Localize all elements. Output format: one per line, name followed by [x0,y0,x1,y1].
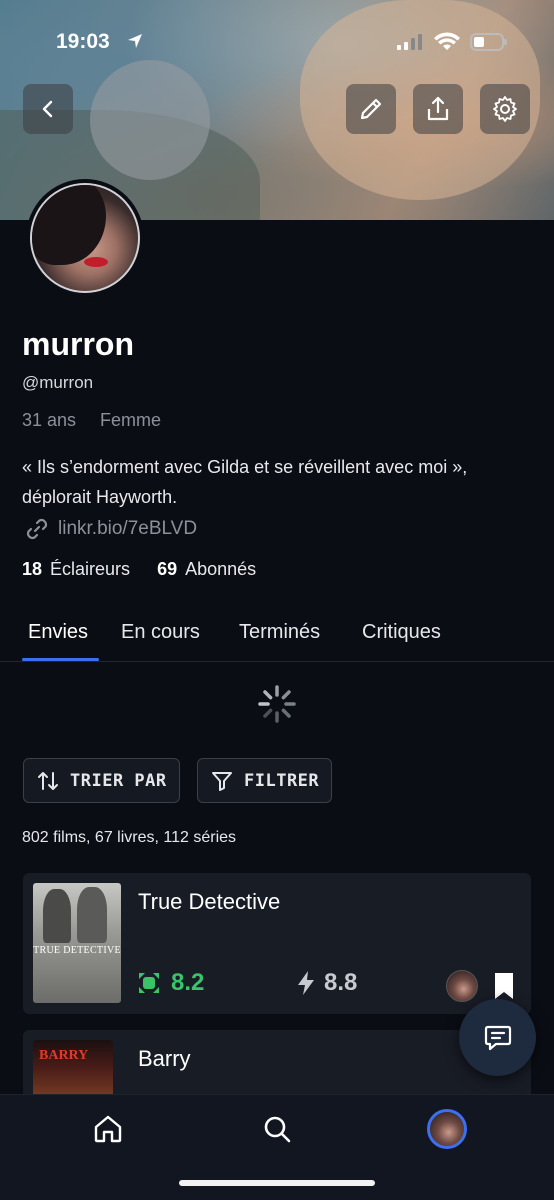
lightning-icon [298,971,314,995]
wifi-icon [434,32,460,50]
item-title: True Detective [138,889,281,914]
filter-label: FILTRER [244,770,320,791]
nav-home[interactable] [88,1109,128,1149]
tab-critiques[interactable]: Critiques [362,621,441,644]
link-icon [26,518,48,540]
profile-gender: Femme [100,410,162,430]
tab-en-cours[interactable]: En cours [121,621,200,644]
sort-arrows-icon [38,771,58,790]
active-tab-indicator [22,658,99,661]
tab-termines[interactable]: Terminés [239,621,320,644]
profile-handle: @murron [22,373,94,392]
collection-counts: 802 films, 67 livres, 112 séries [22,829,237,846]
loading-spinner-icon [258,685,296,723]
item-title: Barry [138,1046,191,1071]
tab-envies[interactable]: Envies [28,621,88,644]
followers-label: Abonnés [185,559,257,579]
profile-tabs: Envies En cours Terminés Critiques [0,618,554,662]
back-button[interactable] [23,84,73,134]
nav-profile[interactable] [427,1109,467,1149]
chevron-left-icon [42,100,53,118]
pencil-icon [360,98,382,120]
profile-follow-stats: 18 Éclaireurs 69 Abonnés [22,559,256,580]
filter-button[interactable]: FILTRER [197,758,333,803]
home-icon [94,1115,122,1143]
gear-icon [493,96,517,122]
share-button[interactable] [413,84,463,134]
scouts-label: Éclaireurs [50,559,131,579]
settings-button[interactable] [480,84,530,134]
status-time: 19:03 [56,30,110,53]
chat-icon [484,1025,511,1050]
profile-avatar[interactable] [26,179,144,297]
community-score: 8.2 [135,969,204,997]
bookmark-icon[interactable] [493,971,515,1001]
funnel-icon [212,771,232,791]
avatar [446,970,478,1002]
location-arrow-icon [128,34,142,48]
share-icon [427,96,449,121]
signal-icon [397,34,422,50]
search-icon [264,1116,291,1143]
profile-bio: « Ils s’endorment avec Gilda et se révei… [22,457,468,507]
chat-button[interactable] [459,999,536,1076]
lightning-score-value: 8.8 [324,969,358,996]
poster-title: TRUE DETECTIVE [33,945,121,956]
profile-link[interactable]: linkr.bio/7eBLVD [24,516,197,542]
lightning-score: 8.8 [296,969,357,997]
sort-label: TRIER PAR [70,770,167,791]
sort-button[interactable]: TRIER PAR [23,758,180,803]
poster-title: BARRY [39,1048,89,1063]
battery-icon [470,33,507,51]
avatar [427,1109,467,1149]
status-bar: 19:03 [0,22,554,62]
followers-count: 69 [157,559,178,579]
followers-stat[interactable]: 69 Abonnés [157,559,256,579]
nav-search[interactable] [257,1109,297,1149]
profile-link-text: linkr.bio/7eBLVD [58,518,198,539]
profile-age: 31 ans [22,410,77,430]
scouts-count: 18 [22,559,43,579]
poster-image: TRUE DETECTIVE [33,883,121,1003]
edit-profile-button[interactable] [346,84,396,134]
scouts-stat[interactable]: 18 Éclaireurs [22,559,130,579]
list-item[interactable]: TRUE DETECTIVE True Detective 8.2 8.8 [23,873,531,1014]
profile-meta: 31 ans Femme [22,410,161,431]
profile-username: murron [22,326,134,362]
home-indicator [179,1180,375,1186]
community-score-value: 8.2 [171,969,205,996]
community-score-icon [139,973,159,993]
